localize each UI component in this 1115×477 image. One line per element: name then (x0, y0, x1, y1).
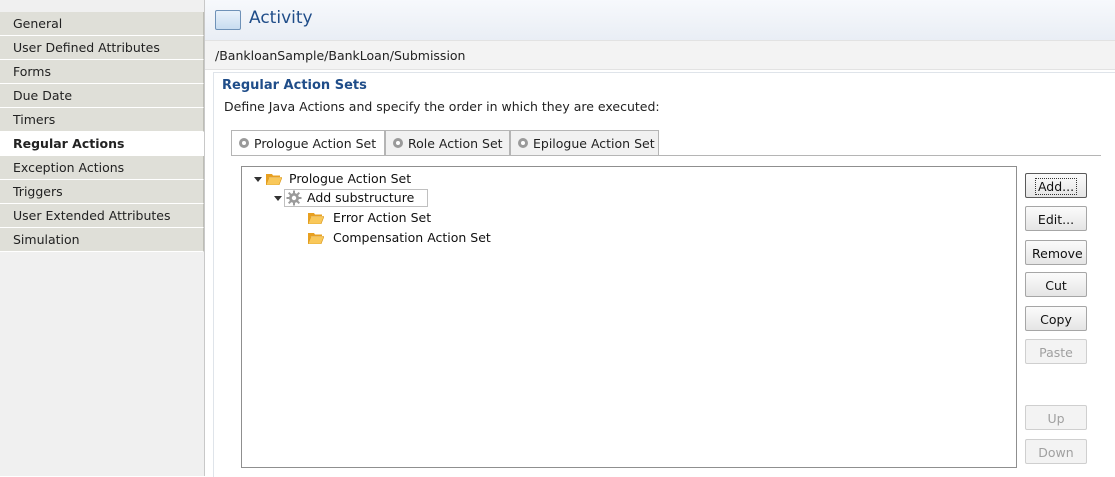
sidebar-item-forms[interactable]: Forms (0, 60, 204, 84)
add-button-label: Add... (1034, 178, 1078, 195)
cut-button[interactable]: Cut (1025, 272, 1087, 297)
sidebar-item-due-date[interactable]: Due Date (0, 84, 204, 108)
collapse-twisty-icon[interactable] (274, 196, 282, 201)
sidebar-item-triggers[interactable]: Triggers (0, 180, 204, 204)
paste-button[interactable]: Paste (1025, 339, 1087, 364)
gear-icon (393, 138, 403, 148)
activity-icon (215, 10, 241, 30)
tab-divider (231, 155, 1101, 156)
sidebar-item-simulation[interactable]: Simulation (0, 228, 204, 252)
up-button[interactable]: Up (1025, 405, 1087, 430)
sidebar: General User Defined Attributes Forms Du… (0, 0, 205, 476)
sidebar-item-general[interactable]: General (0, 12, 204, 36)
tab-epilogue-action-set[interactable]: Epilogue Action Set (510, 130, 659, 155)
sidebar-item-exception-actions[interactable]: Exception Actions (0, 156, 204, 180)
sidebar-item-user-defined-attributes[interactable]: User Defined Attributes (0, 36, 204, 60)
tree-node-label: Add substructure (307, 190, 415, 205)
action-tree[interactable]: Prologue Action Set Add substructure Err… (241, 166, 1017, 468)
tab-label: Role Action Set (408, 136, 503, 151)
gear-icon (518, 138, 528, 148)
sidebar-item-user-extended-attributes[interactable]: User Extended Attributes (0, 204, 204, 228)
page-header: Activity (205, 0, 1115, 40)
down-button[interactable]: Down (1025, 439, 1087, 464)
remove-button[interactable]: Remove (1025, 240, 1087, 265)
tree-node-label: Compensation Action Set (333, 230, 491, 245)
folder-open-icon (266, 174, 282, 185)
add-button[interactable]: Add... (1025, 173, 1087, 198)
section-title: Regular Action Sets (222, 78, 367, 93)
copy-button[interactable]: Copy (1025, 306, 1087, 331)
section-description: Define Java Actions and specify the orde… (224, 99, 660, 114)
tree-node-label: Prologue Action Set (289, 171, 412, 186)
tab-role-action-set[interactable]: Role Action Set (385, 130, 510, 155)
gear-icon (286, 190, 302, 206)
breadcrumb-path: /BankloanSample/BankLoan/Submission (215, 48, 466, 63)
edit-button[interactable]: Edit... (1025, 206, 1087, 231)
sidebar-item-timers[interactable]: Timers (0, 108, 204, 132)
page-title: Activity (249, 8, 313, 28)
breadcrumb: /BankloanSample/BankLoan/Submission (205, 40, 1115, 70)
tab-label: Prologue Action Set (254, 136, 377, 151)
tab-label: Epilogue Action Set (533, 136, 655, 151)
collapse-twisty-icon[interactable] (254, 177, 262, 182)
folder-open-icon (308, 213, 324, 224)
folder-open-icon (308, 233, 324, 244)
sidebar-item-regular-actions[interactable]: Regular Actions (0, 132, 204, 156)
gear-icon (239, 138, 249, 148)
tree-node-label: Error Action Set (333, 210, 432, 225)
tab-prologue-action-set[interactable]: Prologue Action Set (231, 130, 385, 156)
